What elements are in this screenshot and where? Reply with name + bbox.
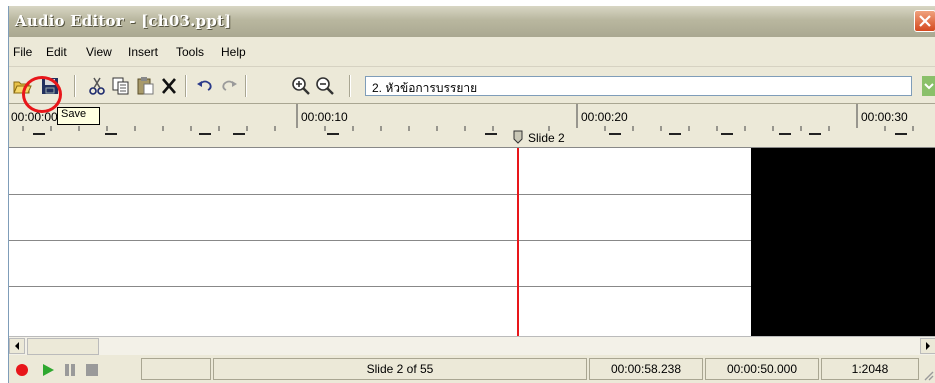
track-divider — [9, 240, 751, 241]
title-bar: Audio Editor - [ch03.ppt] — [9, 6, 935, 37]
status-bar: Slide 2 of 55 00:00:58.238 00:00:50.000 … — [9, 355, 935, 383]
menu-bar: File Edit View Insert Tools Help — [9, 38, 935, 67]
audio-track-area[interactable] — [9, 147, 935, 336]
scroll-right-button[interactable] — [920, 338, 935, 354]
dropdown-button[interactable] — [922, 76, 935, 96]
close-icon — [919, 15, 931, 27]
record-button[interactable] — [15, 363, 29, 380]
slide-marker-label: Slide 2 — [528, 131, 565, 145]
menu-file[interactable]: File — [13, 45, 32, 59]
slide-select-field[interactable]: 2. หัวข้อการบรรยาย — [365, 76, 912, 96]
total-duration: 00:00:58.238 — [589, 358, 703, 380]
slide-info: Slide 2 of 55 — [213, 358, 587, 380]
menu-view[interactable]: View — [86, 45, 112, 59]
menu-help[interactable]: Help — [221, 45, 246, 59]
arrow-right-icon — [926, 342, 930, 350]
pause-button[interactable] — [63, 363, 77, 380]
slide-marker-icon[interactable] — [513, 130, 523, 147]
empty-region — [751, 148, 935, 336]
audio-editor-window: Audio Editor - [ch03.ppt] File Edit View… — [8, 6, 935, 383]
status-panel-empty — [141, 358, 211, 380]
track-divider — [9, 194, 751, 195]
arrow-left-icon — [15, 342, 19, 350]
scroll-left-button[interactable] — [9, 338, 25, 354]
save-tooltip: Save — [57, 107, 100, 125]
track-divider — [9, 286, 751, 287]
play-icon — [43, 364, 54, 376]
copy-icon[interactable] — [111, 76, 131, 96]
menu-edit[interactable]: Edit — [46, 45, 67, 59]
resize-grip-icon[interactable] — [922, 369, 934, 381]
toolbar-separator — [74, 75, 76, 97]
scroll-thumb[interactable] — [27, 338, 99, 355]
horizontal-scrollbar[interactable] — [9, 336, 935, 355]
chevron-down-icon — [924, 83, 934, 90]
pause-icon — [65, 364, 75, 376]
current-time: 00:00:50.000 — [705, 358, 819, 380]
paste-icon[interactable] — [135, 76, 155, 96]
play-button[interactable] — [41, 363, 55, 380]
cut-icon[interactable] — [87, 76, 107, 96]
toolbar-separator — [349, 75, 351, 97]
toolbar-separator — [185, 75, 187, 97]
delete-icon[interactable] — [159, 76, 179, 96]
zoom-out-icon[interactable] — [315, 76, 335, 96]
toolbar: 2. หัวข้อการบรรยาย — [9, 68, 935, 102]
close-button[interactable] — [914, 10, 935, 32]
save-highlight-circle — [22, 76, 62, 113]
stop-icon — [86, 364, 98, 376]
zoom-level: 1:2048 — [821, 358, 919, 380]
undo-icon[interactable] — [195, 76, 215, 96]
menu-tools[interactable]: Tools — [176, 45, 204, 59]
window-title: Audio Editor - [ch03.ppt] — [15, 12, 232, 30]
time-ruler[interactable]: 00:00:00 00:00:10 00:00:20 00:00:30 Slid… — [9, 103, 935, 149]
stop-button[interactable] — [85, 363, 99, 380]
zoom-in-icon[interactable] — [291, 76, 311, 96]
record-icon — [16, 364, 28, 376]
ruler-ticks — [22, 104, 914, 135]
redo-icon[interactable] — [219, 76, 239, 96]
menu-insert[interactable]: Insert — [128, 45, 158, 59]
playhead-cursor[interactable] — [517, 148, 519, 336]
toolbar-separator — [245, 75, 247, 97]
